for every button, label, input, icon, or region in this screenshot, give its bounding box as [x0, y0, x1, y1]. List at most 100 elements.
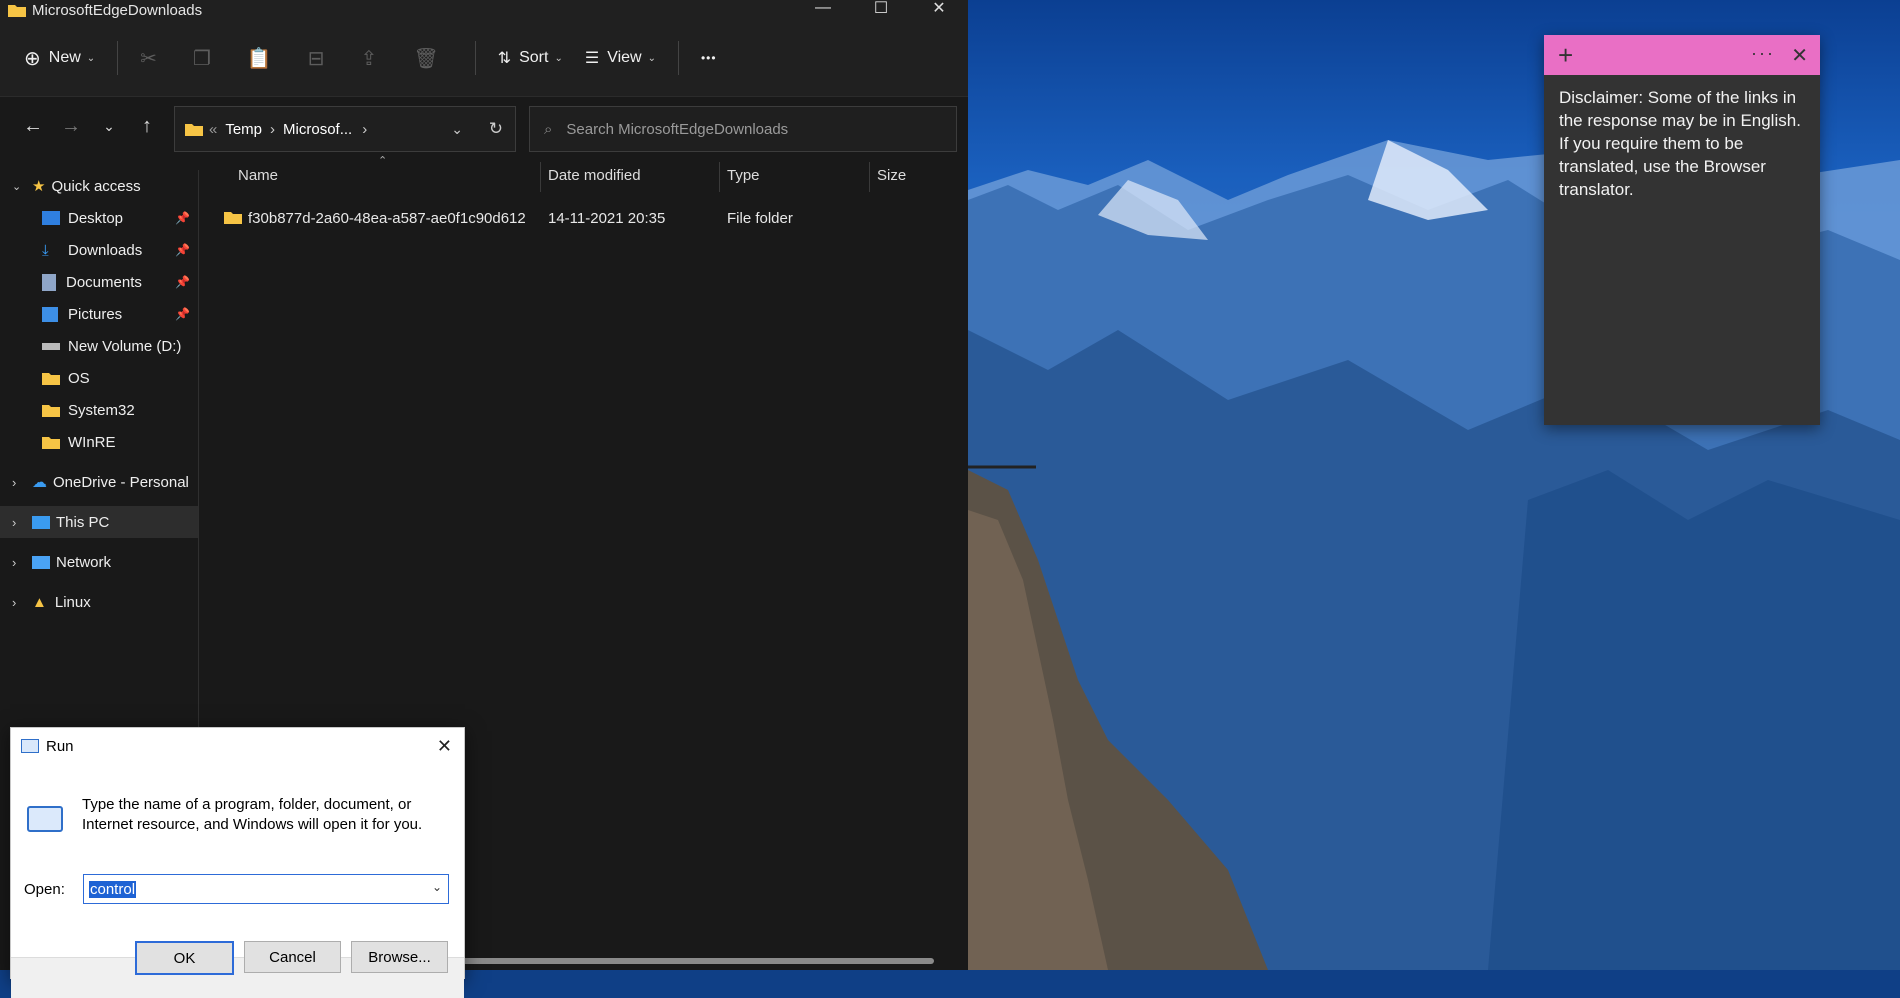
- refresh-icon[interactable]: ↻: [489, 119, 503, 139]
- pin-icon: 📌: [175, 307, 190, 321]
- chevron-right-icon[interactable]: ›: [12, 595, 32, 610]
- cut-icon[interactable]: ✂: [140, 46, 157, 71]
- column-divider[interactable]: [719, 162, 720, 192]
- recent-locations-chevron-icon[interactable]: ⌄: [90, 118, 128, 135]
- cancel-button[interactable]: Cancel: [244, 941, 341, 973]
- cloud-icon: ☁: [32, 474, 47, 491]
- run-title-bar: Run ✕: [11, 728, 464, 764]
- maximize-button[interactable]: ☐: [852, 0, 910, 22]
- column-header-date[interactable]: Date modified: [548, 167, 641, 184]
- close-icon[interactable]: ✕: [437, 736, 452, 757]
- copy-icon[interactable]: ❐: [193, 46, 211, 71]
- open-combobox[interactable]: control ⌄: [83, 874, 449, 904]
- sidebar-item-network[interactable]: › Network: [0, 546, 198, 578]
- sidebar-item-documents[interactable]: Documents 📌: [0, 266, 198, 298]
- new-button[interactable]: ⊕ New ⌄: [24, 46, 95, 71]
- run-body: Type the name of a program, folder, docu…: [11, 764, 464, 957]
- drive-icon: [42, 342, 60, 350]
- sidebar-item-label: WInRE: [68, 433, 116, 451]
- document-icon: [42, 273, 56, 291]
- pin-icon: 📌: [175, 275, 190, 289]
- more-options-icon[interactable]: ···: [1751, 43, 1775, 64]
- search-input[interactable]: ⌕ Search MicrosoftEdgeDownloads: [529, 106, 957, 152]
- sidebar-item-label: OneDrive - Personal: [53, 473, 189, 491]
- close-icon[interactable]: ✕: [1791, 43, 1808, 68]
- chevron-down-icon: ⌄: [554, 52, 563, 64]
- sidebar-item-desktop[interactable]: Desktop 📌: [0, 202, 198, 234]
- toolbar-divider: [117, 41, 119, 75]
- column-header-size[interactable]: Size: [877, 167, 906, 184]
- breadcrumb-separator: ›: [270, 120, 276, 138]
- forward-arrow-icon[interactable]: →: [52, 115, 90, 138]
- run-description: Type the name of a program, folder, docu…: [82, 796, 423, 833]
- column-divider[interactable]: [869, 162, 870, 192]
- computer-icon: [32, 515, 50, 529]
- table-row[interactable]: f30b877d-2a60-48ea-a587-ae0f1c90d612 14-…: [222, 207, 962, 231]
- more-options-button[interactable]: •••: [701, 51, 717, 65]
- search-placeholder: Search MicrosoftEdgeDownloads: [566, 120, 789, 138]
- sticky-note-text[interactable]: Disclaimer: Some of the links in the res…: [1544, 75, 1820, 212]
- sort-button[interactable]: ⇅ Sort ⌄: [498, 48, 563, 68]
- column-header-name[interactable]: Name: [238, 167, 278, 184]
- sidebar-item-quick-access[interactable]: ⌄ ★ Quick access: [0, 170, 198, 202]
- desktop-icon: [42, 211, 60, 225]
- chevron-down-icon[interactable]: ⌄: [432, 880, 442, 894]
- window-controls: — ☐ ✕: [794, 0, 968, 22]
- breadcrumb-temp[interactable]: Temp: [225, 121, 262, 138]
- breadcrumb-root[interactable]: «: [209, 121, 217, 138]
- sidebar-item-new-volume[interactable]: New Volume (D:): [0, 330, 198, 362]
- delete-icon[interactable]: 🗑: [413, 46, 438, 71]
- sidebar-item-label: System32: [68, 401, 135, 419]
- run-title: Run: [46, 737, 74, 755]
- sidebar-item-label: Documents: [66, 273, 142, 291]
- sort-label: Sort: [519, 49, 549, 66]
- chevron-right-icon[interactable]: ›: [12, 475, 32, 490]
- new-label: New: [48, 49, 81, 66]
- sidebar-item-os[interactable]: OS: [0, 362, 198, 394]
- sidebar-item-system32[interactable]: System32: [0, 394, 198, 426]
- address-bar[interactable]: « Temp › Microsof... › ⌄ ↻: [174, 106, 516, 152]
- column-divider[interactable]: [540, 162, 541, 192]
- close-button[interactable]: ✕: [910, 0, 968, 22]
- back-arrow-icon[interactable]: ←: [14, 115, 52, 138]
- folder-icon: [42, 405, 60, 417]
- sidebar-item-label: Linux: [54, 593, 91, 611]
- sidebar-item-this-pc[interactable]: › This PC: [0, 506, 198, 538]
- add-note-icon[interactable]: +: [1558, 40, 1573, 71]
- up-arrow-icon[interactable]: ↑: [128, 115, 166, 138]
- rename-icon[interactable]: ⊟: [308, 46, 325, 71]
- sort-indicator-icon: ⌃: [378, 155, 388, 167]
- view-button[interactable]: ☰ View ⌄: [585, 48, 656, 68]
- chevron-right-icon[interactable]: ›: [12, 515, 32, 530]
- breadcrumb-microsoft[interactable]: Microsof...: [283, 121, 352, 138]
- sidebar-item-winre[interactable]: WInRE: [0, 426, 198, 458]
- view-label: View: [607, 49, 642, 66]
- sidebar-item-downloads[interactable]: ⤓ Downloads 📌: [0, 234, 198, 266]
- address-dropdown-icon[interactable]: ⌄: [451, 121, 463, 138]
- browse-button[interactable]: Browse...: [351, 941, 448, 973]
- sidebar-item-pictures[interactable]: Pictures 📌: [0, 298, 198, 330]
- toolbar-divider: [677, 41, 679, 75]
- network-icon: [32, 555, 50, 569]
- paste-icon[interactable]: 📋: [247, 46, 272, 71]
- pin-icon: 📌: [175, 243, 190, 257]
- open-input-value[interactable]: control: [89, 880, 137, 898]
- sidebar-item-label: Downloads: [68, 241, 143, 259]
- horizontal-scrollbar[interactable]: [462, 958, 934, 964]
- run-dialog: Run ✕ Type the name of a program, folder…: [10, 727, 465, 998]
- plus-circle-icon: ⊕: [24, 47, 41, 70]
- folder-icon: [185, 124, 203, 136]
- share-icon[interactable]: ⇪: [361, 46, 378, 71]
- chevron-right-icon[interactable]: ›: [12, 555, 32, 570]
- pictures-icon: [42, 306, 58, 322]
- command-bar: ⊕ New ⌄ ✂ ❐ 📋 ⊟ ⇪ 🗑 ⇅ Sort ⌄ ☰ View ⌄ ••…: [0, 20, 968, 97]
- minimize-button[interactable]: —: [794, 0, 852, 22]
- column-header-type[interactable]: Type: [727, 167, 760, 184]
- sticky-note-header: + ··· ✕: [1544, 35, 1820, 75]
- sidebar-item-onedrive[interactable]: › ☁ OneDrive - Personal: [0, 466, 198, 498]
- sidebar-item-linux[interactable]: › ▲ Linux: [0, 586, 198, 618]
- file-date: 14-11-2021 20:35: [548, 210, 666, 227]
- sidebar-item-label: This PC: [56, 513, 110, 531]
- chevron-down-icon[interactable]: ⌄: [12, 180, 32, 193]
- sidebar-item-label: Desktop: [68, 209, 124, 227]
